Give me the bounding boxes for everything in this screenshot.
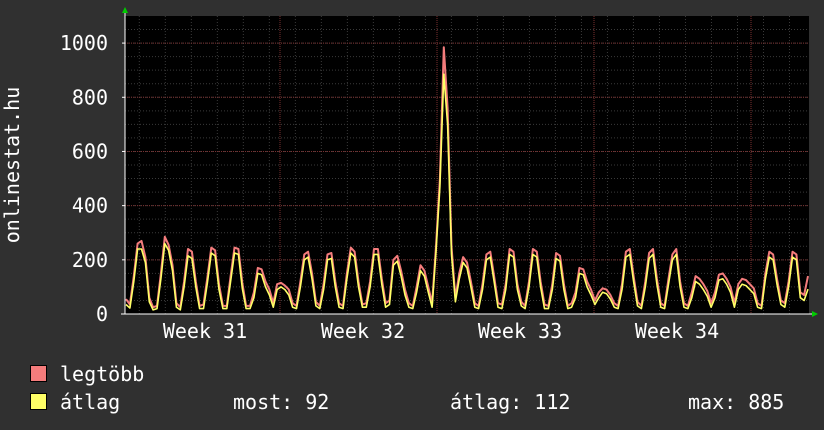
y-tick-label: 200 xyxy=(72,248,108,272)
y-tick-label: 0 xyxy=(96,302,108,326)
x-tick-label: Week 34 xyxy=(635,319,719,343)
legend-avg-label: átlag xyxy=(60,390,121,414)
x-tick-label: Week 31 xyxy=(163,319,247,343)
legend-max-label: legtöbb xyxy=(60,362,145,386)
legend-avg-swatch xyxy=(30,393,47,410)
stat-max: max: 885 xyxy=(688,390,785,414)
x-axis-arrow xyxy=(812,311,818,317)
y-axis-label: onlinestat.hu xyxy=(0,87,24,244)
x-tick-label: Week 32 xyxy=(321,319,405,343)
y-axis-arrow xyxy=(122,7,128,13)
legend-avg: átlag most: 92 átlag: 112 max: 885 xyxy=(30,390,810,414)
y-tick-label: 1000 xyxy=(60,31,108,55)
y-tick-labels: 0 200 400 600 800 1000 xyxy=(60,31,108,326)
legend-max-swatch xyxy=(30,365,47,382)
y-tick-label: 400 xyxy=(72,194,108,218)
x-tick-labels: Week 31 Week 32 Week 33 Week 34 xyxy=(163,319,719,343)
stat-now: most: 92 xyxy=(233,390,330,414)
y-tick-label: 600 xyxy=(72,139,108,163)
x-tick-label: Week 33 xyxy=(478,319,562,343)
stat-average: átlag: 112 xyxy=(450,390,571,414)
y-tick-label: 800 xyxy=(72,85,108,109)
